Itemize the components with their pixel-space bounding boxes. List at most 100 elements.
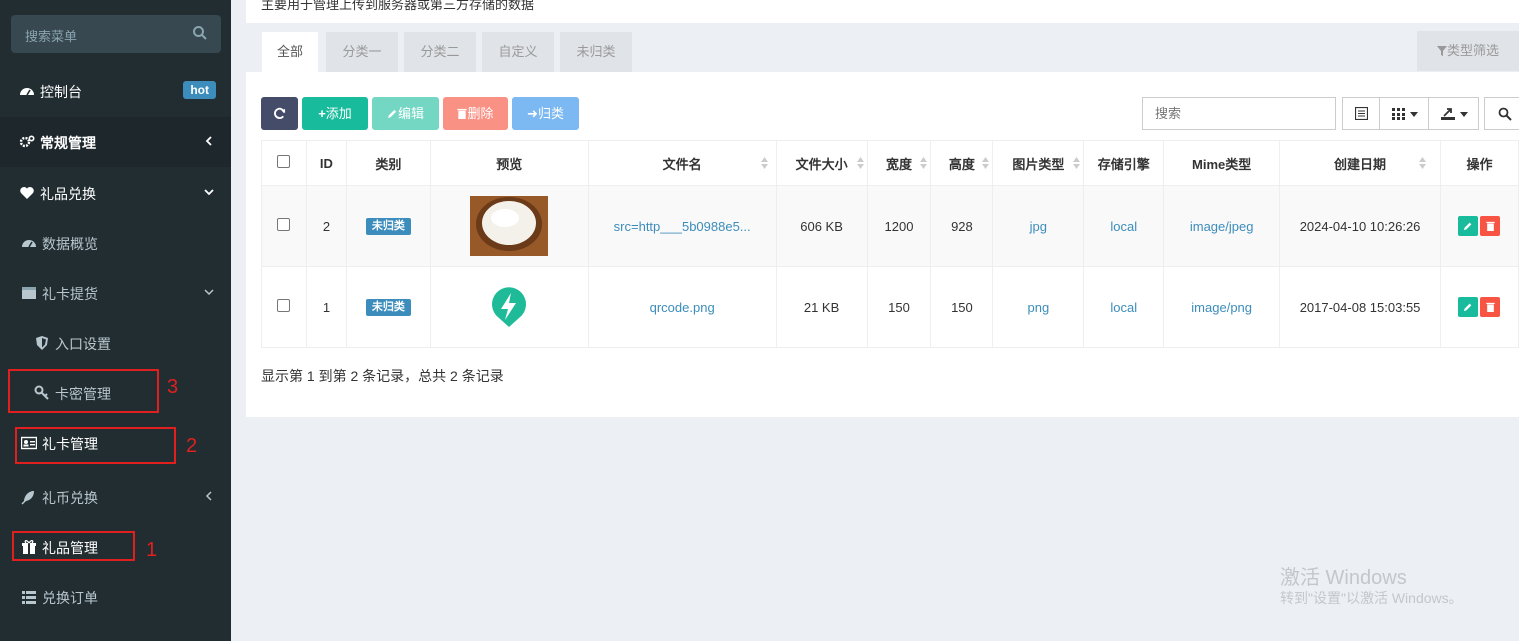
pencil-icon xyxy=(1464,222,1472,231)
cell-filename[interactable]: qrcode.png xyxy=(587,266,777,348)
classify-button[interactable]: ➜归类 xyxy=(512,97,579,130)
delete-button[interactable]: 删除 xyxy=(443,97,508,130)
sidebar-search-placeholder: 搜索菜单 xyxy=(25,29,78,44)
tab-custom[interactable]: 自定义 xyxy=(482,32,554,72)
shield-icon xyxy=(36,336,48,350)
dashboard-icon xyxy=(20,88,34,96)
sidebar-item-entry-settings[interactable]: 入口设置 xyxy=(0,318,231,368)
tab-category-two[interactable]: 分类二 xyxy=(404,32,476,72)
type-filter-button[interactable]: 类型筛选 xyxy=(1417,31,1519,71)
sidebar-item-general[interactable]: 常规管理 xyxy=(0,117,231,167)
export-icon xyxy=(1441,108,1455,120)
gears-icon xyxy=(19,135,35,148)
category-badge: 未归类 xyxy=(365,218,411,235)
row-edit-button[interactable] xyxy=(1458,297,1479,317)
tab-uncategorized[interactable]: 未归类 xyxy=(560,32,632,72)
cell-image-type[interactable]: jpg xyxy=(992,185,1085,267)
toggle-view-button[interactable] xyxy=(1342,97,1380,130)
cell-filesize: 606 KB xyxy=(775,185,868,267)
type-filter-label: 类型筛选 xyxy=(1446,43,1499,58)
column-header-width[interactable]: 宽度 xyxy=(866,140,932,186)
column-header-image-type[interactable]: 图片类型 xyxy=(992,140,1085,186)
select-all-checkbox[interactable] xyxy=(277,155,291,168)
heart-icon xyxy=(20,187,34,199)
table-search-box xyxy=(1142,97,1336,130)
sidebar-item-label: 入口设置 xyxy=(55,336,111,352)
search-icon[interactable] xyxy=(192,25,208,41)
leaf-icon xyxy=(21,491,34,505)
table-search-input[interactable] xyxy=(1143,98,1335,129)
sidebar-item-card-pickup[interactable]: 礼卡提货 xyxy=(0,268,231,318)
cell-mime[interactable]: image/jpeg xyxy=(1163,185,1281,267)
row-delete-button[interactable] xyxy=(1480,297,1501,317)
column-header-height[interactable]: 高度 xyxy=(930,140,994,186)
cell-width: 1200 xyxy=(866,185,932,267)
add-button[interactable]: +添加 xyxy=(302,97,368,130)
sidebar-item-coin-exchange[interactable]: 礼币兑换 xyxy=(0,472,231,522)
rice-bowl-thumbnail[interactable] xyxy=(470,196,549,256)
page-description: 主要用于管理上传到服务器或第三方存储的数据 xyxy=(261,0,535,12)
activation-watermark-subtitle: 转到"设置"以激活 Windows。 xyxy=(1280,590,1463,606)
column-header-id[interactable]: ID xyxy=(305,140,347,186)
sidebar: 搜索菜单 控制台 hot 常规管理 礼品兑换 数据概览 礼卡提货 入口设置 卡密… xyxy=(0,0,231,641)
list-icon xyxy=(22,591,36,604)
lightning-logo-thumbnail[interactable] xyxy=(491,287,527,327)
cell-actions xyxy=(1439,266,1519,348)
cell-actions xyxy=(1439,185,1519,267)
refresh-icon xyxy=(274,107,286,119)
sidebar-search-input[interactable]: 搜索菜单 xyxy=(11,15,221,53)
row-checkbox[interactable] xyxy=(277,299,291,312)
row-checkbox[interactable] xyxy=(277,218,291,231)
sidebar-item-exchange-orders[interactable]: 兑换订单 xyxy=(0,572,231,622)
classify-button-label: 归类 xyxy=(537,106,564,121)
cell-mime[interactable]: image/png xyxy=(1163,266,1281,348)
column-header-created[interactable]: 创建日期 xyxy=(1279,140,1441,186)
tab-all[interactable]: 全部 xyxy=(262,32,318,72)
sidebar-item-data-overview[interactable]: 数据概览 xyxy=(0,218,231,268)
cell-image-type[interactable]: png xyxy=(992,266,1085,348)
chevron-down-icon xyxy=(204,189,214,196)
refresh-button[interactable] xyxy=(261,97,298,130)
columns-button[interactable] xyxy=(1379,97,1429,130)
edit-button[interactable]: 编辑 xyxy=(372,97,439,130)
column-header-filesize[interactable]: 文件大小 xyxy=(775,140,868,186)
advanced-search-button[interactable] xyxy=(1484,97,1519,130)
hot-badge: hot xyxy=(183,81,216,99)
annotation-box xyxy=(15,427,176,464)
list-view-icon xyxy=(1355,107,1368,120)
pencil-icon xyxy=(1464,303,1472,312)
sort-icon xyxy=(1073,157,1081,169)
select-all-cell xyxy=(261,140,307,186)
cell-storage[interactable]: local xyxy=(1083,185,1165,267)
cell-storage[interactable]: local xyxy=(1083,266,1165,348)
cell-preview xyxy=(429,266,589,348)
sidebar-item-label: 兑换订单 xyxy=(42,590,98,606)
column-header-label: 文件名 xyxy=(662,156,702,172)
column-header-filename[interactable]: 文件名 xyxy=(587,140,777,186)
chevron-left-icon xyxy=(205,136,212,146)
annotation-number: 2 xyxy=(186,435,198,457)
column-header-mime: Mime类型 xyxy=(1163,140,1281,186)
activation-watermark-title: 激活 Windows xyxy=(1280,567,1407,589)
cell-filesize: 21 KB xyxy=(775,266,868,348)
tab-category-one[interactable]: 分类一 xyxy=(326,32,398,72)
cell-width: 150 xyxy=(866,266,932,348)
cell-filename[interactable]: src=http___5b0988e5... xyxy=(587,185,777,267)
add-button-label: 添加 xyxy=(325,106,352,121)
column-header-label: 文件大小 xyxy=(795,156,848,172)
column-header-category: 类别 xyxy=(345,140,431,186)
sort-icon xyxy=(1418,157,1426,169)
row-delete-button[interactable] xyxy=(1480,216,1501,236)
sidebar-item-dashboard[interactable]: 控制台 hot xyxy=(0,66,231,116)
column-header-label: 高度 xyxy=(948,156,975,172)
cell-category: 未归类 xyxy=(345,266,431,348)
export-button[interactable] xyxy=(1428,97,1479,130)
sidebar-item-gift-exchange[interactable]: 礼品兑换 xyxy=(0,168,231,218)
cell-height: 928 xyxy=(930,185,994,267)
dashboard-icon xyxy=(22,240,36,248)
row-edit-button[interactable] xyxy=(1458,216,1479,236)
plus-icon: + xyxy=(318,106,326,121)
column-header-preview: 预览 xyxy=(429,140,589,186)
caret-down-icon xyxy=(1410,112,1418,117)
column-header-label: 创建日期 xyxy=(1334,156,1387,172)
